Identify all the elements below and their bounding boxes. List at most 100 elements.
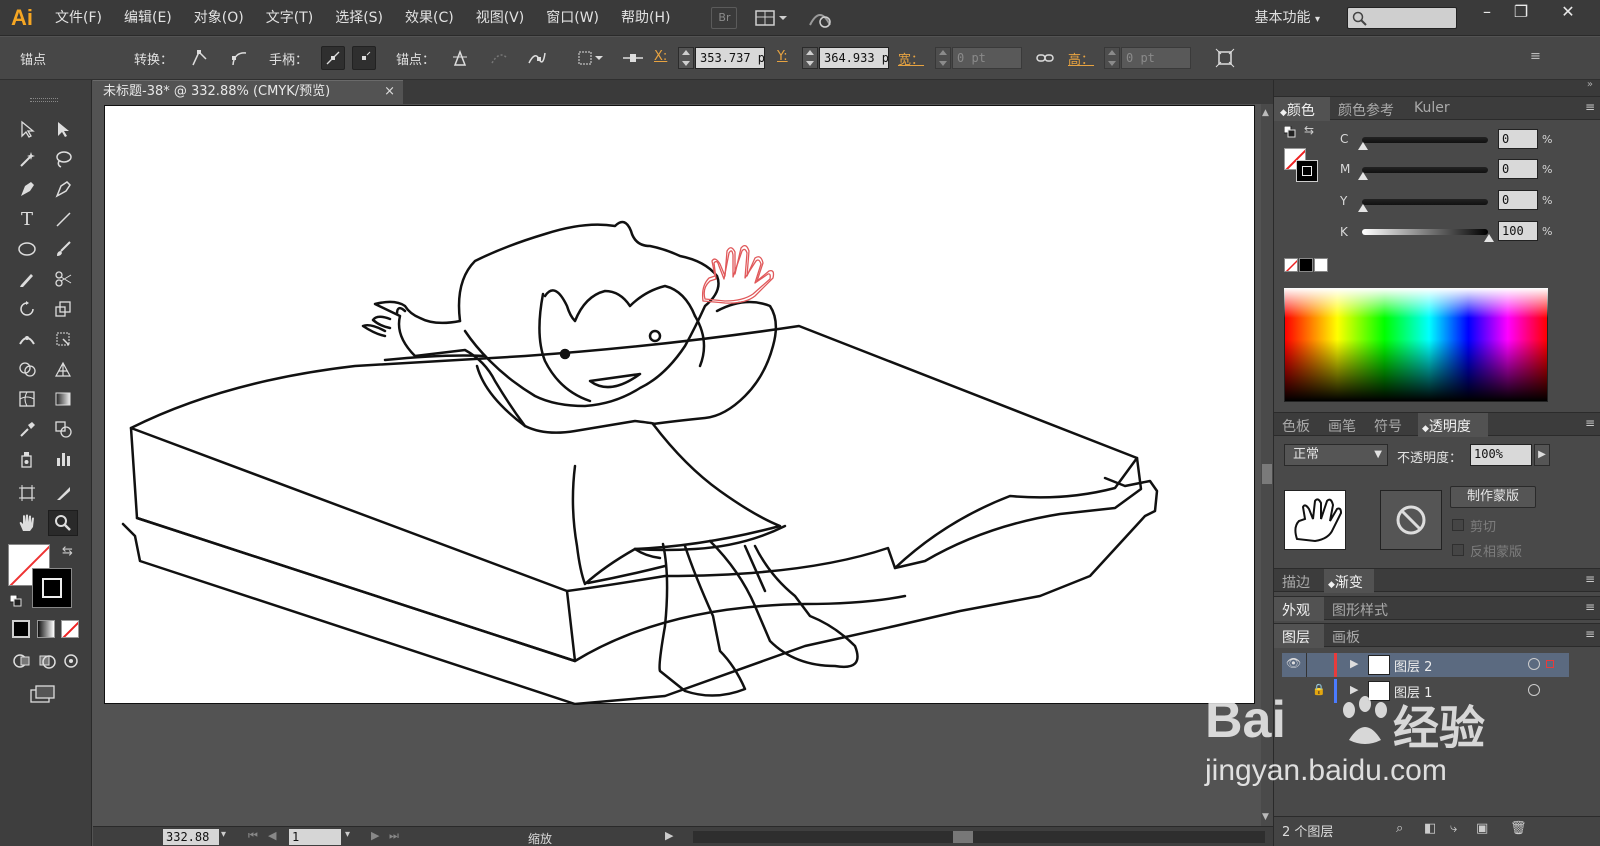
blend-mode-select[interactable]: 正常 ▼ [1284, 444, 1388, 466]
width-tool-icon[interactable] [12, 326, 42, 352]
canvas[interactable] [93, 104, 1261, 826]
menu-file[interactable]: 文件(F) [44, 0, 113, 36]
new-layer-icon[interactable]: ▣ [1476, 821, 1488, 836]
color-panel-menu-icon[interactable]: ≡ [1585, 100, 1595, 114]
make-clipping-mask-icon[interactable]: ◧ [1424, 821, 1436, 836]
lock-icon[interactable]: 🔒 [1312, 683, 1326, 696]
next-page-icon[interactable]: ▶ [371, 829, 379, 842]
selection-tool-icon[interactable] [12, 116, 42, 142]
height-field[interactable]: 0 pt [1121, 47, 1191, 69]
close-window-button[interactable]: ✕ [1550, 0, 1586, 24]
tab-appearance[interactable]: 外观 [1282, 600, 1310, 620]
height-stepper[interactable] [1104, 47, 1120, 69]
eyedropper-tool-icon[interactable] [12, 416, 42, 442]
delete-layer-icon[interactable]: 🗑 [1510, 821, 1527, 836]
column-graph-tool-icon[interactable] [48, 446, 78, 472]
mesh-tool-icon[interactable] [12, 386, 42, 412]
tab-graphic-styles[interactable]: 图形样式 [1332, 600, 1388, 620]
scale-tool-icon[interactable] [48, 296, 78, 322]
scissors-tool-icon[interactable] [48, 266, 78, 292]
target-icon[interactable] [1528, 658, 1540, 670]
tab-kuler[interactable]: Kuler [1414, 100, 1450, 116]
hide-handles-icon[interactable] [352, 46, 376, 70]
artboard[interactable] [104, 105, 1256, 706]
swap-fill-stroke-icon[interactable]: ⇆ [62, 544, 73, 559]
stroke-panel-menu-icon[interactable]: ≡ [1585, 572, 1595, 586]
tab-symbols[interactable]: 符号 [1374, 416, 1402, 436]
y-channel-field[interactable]: 0 [1498, 190, 1538, 210]
black-swatch[interactable] [1299, 258, 1313, 272]
align-anchor-icon[interactable] [620, 46, 646, 70]
menu-type[interactable]: 文字(T) [255, 0, 324, 36]
tab-transparency[interactable]: ◆透明度 [1422, 416, 1471, 436]
convert-smooth-icon[interactable] [227, 46, 251, 70]
color-mode-icon[interactable] [12, 620, 30, 638]
tab-stroke[interactable]: 描边 [1282, 572, 1310, 592]
layer-name[interactable]: 图层 2 [1394, 656, 1432, 675]
tab-swatches[interactable]: 色板 [1282, 416, 1310, 436]
layers-panel-menu-icon[interactable]: ≡ [1585, 627, 1595, 641]
prev-page-icon[interactable]: ◀ [268, 829, 276, 842]
gradient-tool-icon[interactable] [48, 386, 78, 412]
opacity-arrow-icon[interactable]: ▶ [1534, 444, 1550, 466]
selection-indicator[interactable] [1546, 660, 1554, 668]
toolbox-grip[interactable] [30, 98, 58, 102]
panel-default-colors-icon[interactable] [1283, 125, 1296, 138]
panel-swap-icon[interactable]: ⇆ [1304, 123, 1314, 137]
k-field[interactable]: 100 [1498, 221, 1538, 241]
menu-effect[interactable]: 效果(C) [394, 0, 465, 36]
menu-help[interactable]: 帮助(H) [610, 0, 681, 36]
hand-tool-icon[interactable] [12, 510, 42, 536]
status-menu-icon[interactable]: ▶ [665, 829, 673, 842]
rotate-tool-icon[interactable] [12, 296, 42, 322]
m-slider[interactable] [1362, 167, 1488, 173]
draw-normal-icon[interactable] [12, 652, 32, 670]
none-swatch[interactable] [1284, 258, 1298, 272]
close-tab-icon[interactable]: × [384, 81, 395, 103]
first-page-icon[interactable]: ⏮ [248, 829, 258, 843]
expand-arrow-icon[interactable]: ▶ [1350, 683, 1358, 696]
menu-window[interactable]: 窗口(W) [535, 0, 610, 36]
paintbrush-tool-icon[interactable] [48, 236, 78, 262]
k-slider-knob[interactable] [1484, 234, 1494, 242]
horizontal-scrollbar[interactable] [693, 831, 1265, 843]
perspective-grid-tool-icon[interactable] [48, 356, 78, 382]
locate-object-icon[interactable]: ⌕ [1396, 821, 1403, 836]
eye-icon[interactable]: 👁 [1286, 656, 1301, 670]
mask-thumbnail[interactable] [1380, 490, 1442, 550]
c-slider-knob[interactable] [1358, 142, 1368, 150]
stroke-swatch[interactable] [32, 568, 72, 608]
arrange-documents-icon[interactable] [755, 7, 789, 29]
appearance-panel-menu-icon[interactable]: ≡ [1585, 600, 1595, 614]
target-icon[interactable] [1528, 684, 1540, 696]
transparency-panel-menu-icon[interactable]: ≡ [1585, 416, 1595, 430]
draw-behind-icon[interactable] [37, 652, 57, 670]
ellipse-tool-icon[interactable] [12, 236, 42, 262]
tab-color-guide[interactable]: 颜色参考 [1338, 100, 1394, 120]
layer-row[interactable]: 👁 ▶ 图层 2 [1282, 653, 1569, 677]
y-stepper[interactable] [802, 47, 818, 69]
width-stepper[interactable] [935, 47, 951, 69]
object-thumbnail[interactable] [1284, 490, 1346, 550]
illustration[interactable] [105, 106, 1256, 706]
show-handles-icon[interactable] [321, 46, 345, 70]
white-swatch[interactable] [1314, 258, 1328, 272]
horizontal-scroll-thumb[interactable] [953, 831, 973, 843]
c-field[interactable]: 0 [1498, 129, 1538, 149]
minimize-button[interactable]: – [1470, 0, 1504, 24]
k-slider[interactable] [1362, 229, 1488, 235]
width-field[interactable]: 0 pt [952, 47, 1022, 69]
restore-button[interactable]: ❐ [1504, 0, 1538, 24]
y-field[interactable]: 364.933 p [819, 47, 889, 69]
control-menu-icon[interactable]: ≡ [1530, 49, 1541, 64]
c-slider[interactable] [1362, 137, 1488, 143]
menu-object[interactable]: 对象(O) [183, 0, 255, 36]
tab-brushes[interactable]: 画笔 [1328, 416, 1356, 436]
isolate-icon[interactable] [575, 46, 607, 70]
convert-corner-icon[interactable] [187, 46, 211, 70]
shape-builder-tool-icon[interactable] [12, 356, 42, 382]
screen-mode-icon[interactable] [30, 684, 56, 704]
tab-gradient[interactable]: ◆渐变 [1328, 572, 1363, 592]
tab-layers[interactable]: 图层 [1282, 627, 1310, 647]
y-slider[interactable] [1362, 199, 1488, 205]
